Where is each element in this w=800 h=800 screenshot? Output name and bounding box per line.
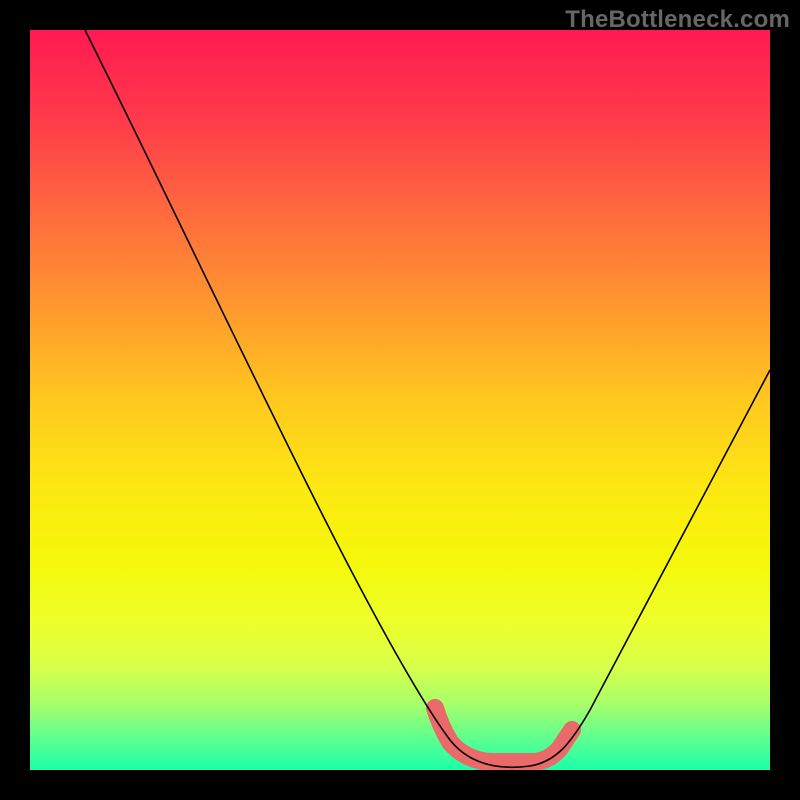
chart-container: TheBottleneck.com xyxy=(0,0,800,800)
bottleneck-curve xyxy=(85,30,770,767)
plot-area xyxy=(30,30,770,770)
optimal-region-marker xyxy=(435,708,572,762)
curve-layer xyxy=(30,30,770,770)
watermark-text: TheBottleneck.com xyxy=(565,6,790,34)
